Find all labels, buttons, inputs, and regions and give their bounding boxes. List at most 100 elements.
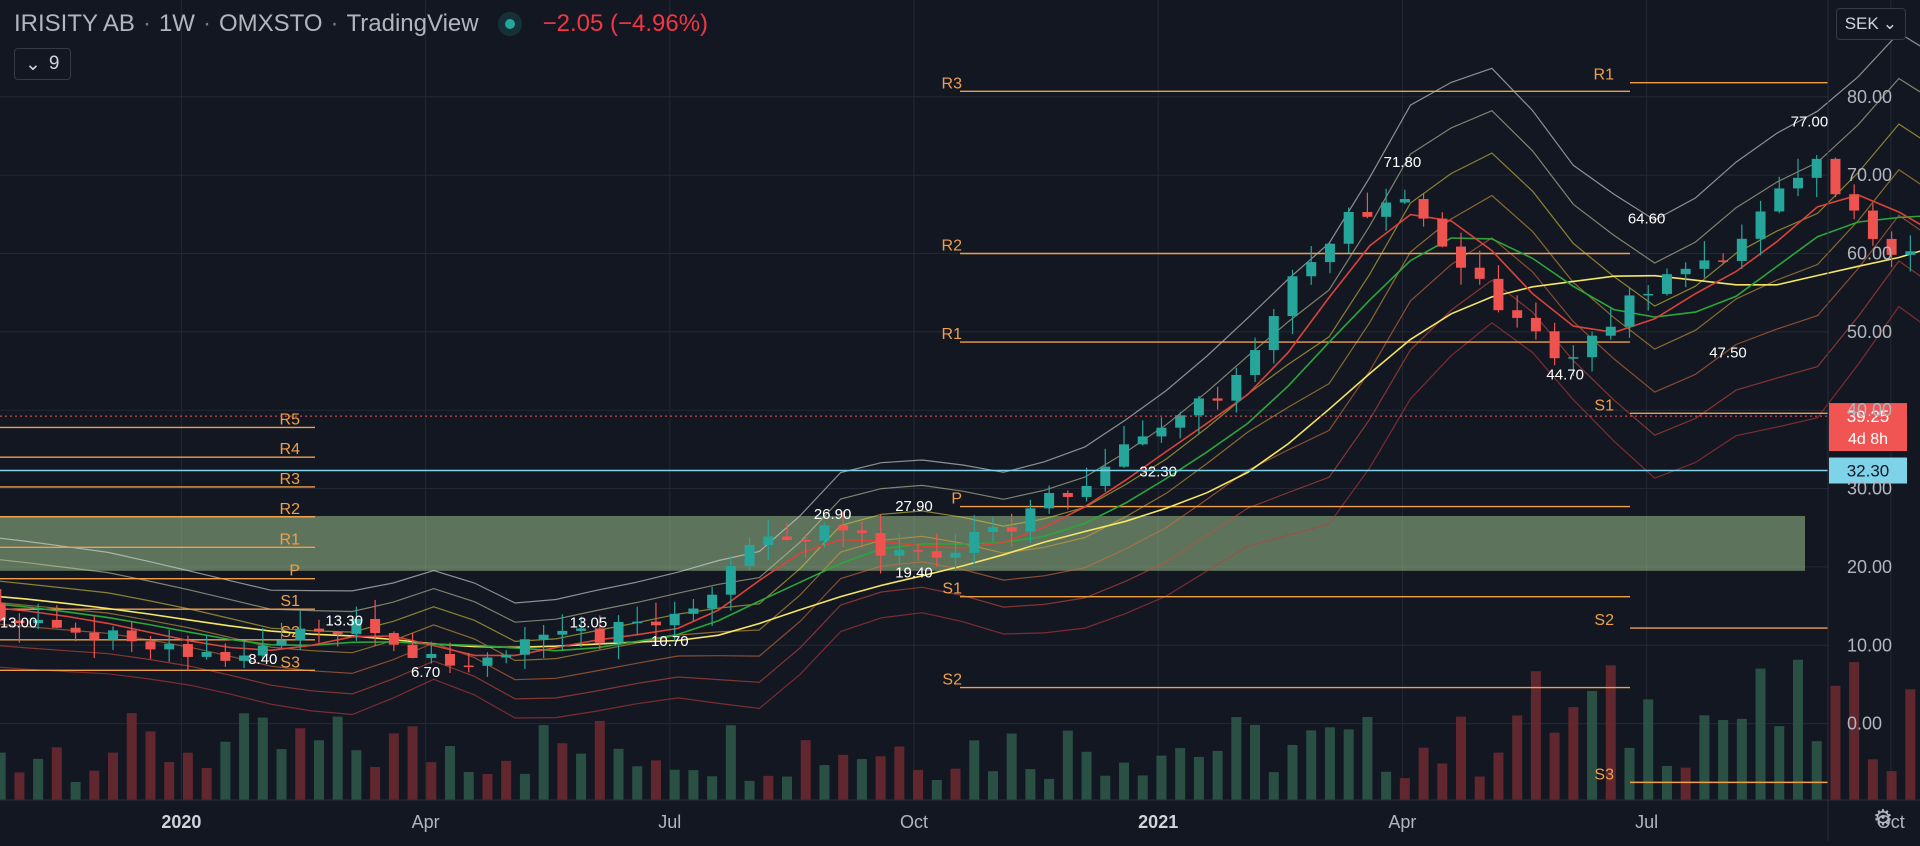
candle-body: [519, 639, 530, 655]
candle-body: [1025, 508, 1036, 532]
candle-body: [1643, 293, 1654, 296]
pivot-label: S3: [280, 654, 300, 671]
volume-bar: [1624, 747, 1635, 800]
indicators-toggle-button[interactable]: ⌄ 9: [14, 48, 71, 80]
gear-icon[interactable]: ⚙: [1872, 807, 1894, 829]
candle-body: [1156, 427, 1167, 437]
candle-body: [1811, 158, 1822, 178]
volume-bar: [1718, 720, 1729, 800]
candle-body: [1474, 267, 1485, 279]
volume-bar: [1250, 724, 1261, 800]
price-label: 27.90: [895, 498, 933, 515]
candle-body: [1212, 398, 1223, 401]
candle-body: [1437, 218, 1448, 247]
candle-body: [1587, 335, 1598, 358]
candle-body: [1493, 278, 1504, 311]
volume-bar: [875, 756, 886, 800]
volume-bar: [669, 769, 680, 800]
candle-body: [370, 618, 381, 634]
candle-body: [632, 621, 643, 624]
pivot-label: R1: [1594, 67, 1615, 84]
candle-body: [1006, 527, 1017, 532]
chart-legend: IRISITY AB · 1W · OMXSTO · TradingView −…: [14, 10, 708, 38]
price-axis-tick: 40.00: [1847, 400, 1892, 420]
time-axis-tick: Oct: [900, 812, 928, 832]
volume-bar: [576, 753, 587, 800]
volume-bar: [182, 752, 193, 800]
candle-body: [763, 536, 774, 546]
volume-bar: [800, 740, 811, 800]
chart-canvas[interactable]: R5R4R3R2R1PS1S2S3R3R2R1PS1S2R1S1S2S3 13.…: [0, 0, 1920, 841]
volume-bar: [14, 772, 25, 800]
candle-body: [445, 653, 456, 666]
price-chart[interactable]: R5 R4 R3 R2 R1 P S1 S2 S3 R3 R2 R1 P S1 S2 R1 S1 S2 S3 13.…: [0, 0, 1920, 841]
candle-body: [819, 525, 830, 541]
candle-body: [51, 619, 62, 628]
volume-bar: [1886, 771, 1897, 800]
volume-bar: [70, 781, 81, 800]
volume-bar: [239, 713, 250, 800]
candle-body: [856, 530, 867, 534]
volume-bar: [426, 762, 437, 800]
candle-body: [1343, 211, 1354, 244]
volume-bar: [1175, 748, 1186, 800]
price-label: 77.00: [1791, 113, 1829, 130]
volume-bar: [782, 776, 793, 800]
legend-separator: ·: [202, 10, 211, 37]
candle-body: [108, 630, 119, 640]
volume-bar: [1456, 716, 1467, 800]
candle-body: [913, 550, 924, 552]
volume-bar: [1044, 778, 1055, 800]
volume-bar: [145, 731, 156, 800]
volume-bar: [1193, 756, 1204, 800]
candle-body: [931, 551, 942, 558]
currency-selector[interactable]: SEK ⌄: [1835, 8, 1906, 40]
candle-body: [987, 527, 998, 532]
candle-body: [463, 665, 474, 668]
volume-bar: [445, 746, 456, 800]
candle-body: [1306, 262, 1317, 277]
candle-body: [1793, 177, 1804, 189]
candle-body: [1568, 357, 1579, 359]
volume-bar: [295, 728, 306, 800]
symbol-name[interactable]: IRISITY AB: [14, 10, 135, 38]
pivot-label: P: [951, 491, 962, 508]
volume-bar: [0, 752, 6, 800]
candle-body: [688, 608, 699, 614]
volume-bar: [388, 733, 399, 800]
volume-bar: [164, 762, 175, 800]
interval-label[interactable]: 1W: [159, 10, 195, 38]
candle-body: [1250, 350, 1261, 375]
candle-body: [557, 630, 568, 635]
price-label: 8.40: [248, 651, 277, 668]
candle-body: [332, 631, 343, 635]
price-axis-tick: 0.00: [1847, 714, 1882, 734]
price-label: 71.80: [1384, 154, 1422, 171]
candle-body: [1867, 210, 1878, 239]
volume-bar: [1755, 668, 1766, 800]
indicator-count: 9: [48, 53, 60, 74]
candle-body: [613, 621, 624, 643]
price-label: 13.00: [0, 615, 37, 632]
price-label: 26.90: [814, 506, 852, 523]
candle-body: [1418, 199, 1429, 219]
candle-body: [164, 643, 175, 650]
volume-bar: [1437, 763, 1448, 800]
pivot-label: R3: [280, 471, 301, 488]
volume-bar: [220, 741, 231, 800]
volume-bar: [744, 780, 755, 800]
candle-body: [1718, 260, 1729, 262]
volume-bar: [1736, 718, 1747, 800]
volume-bar: [126, 713, 137, 800]
pivot-label: R5: [280, 411, 301, 428]
candle-body: [1755, 211, 1766, 239]
volume-bar: [838, 754, 849, 800]
data-source-label: TradingView: [346, 10, 479, 37]
pivot-label: R2: [942, 238, 963, 255]
price-label: 19.40: [895, 565, 933, 582]
volume-bar: [407, 726, 418, 800]
volume-bar: [538, 725, 549, 800]
volume-bar: [650, 760, 661, 800]
candle-body: [295, 628, 306, 641]
time-axis-tick: Apr: [412, 812, 440, 832]
